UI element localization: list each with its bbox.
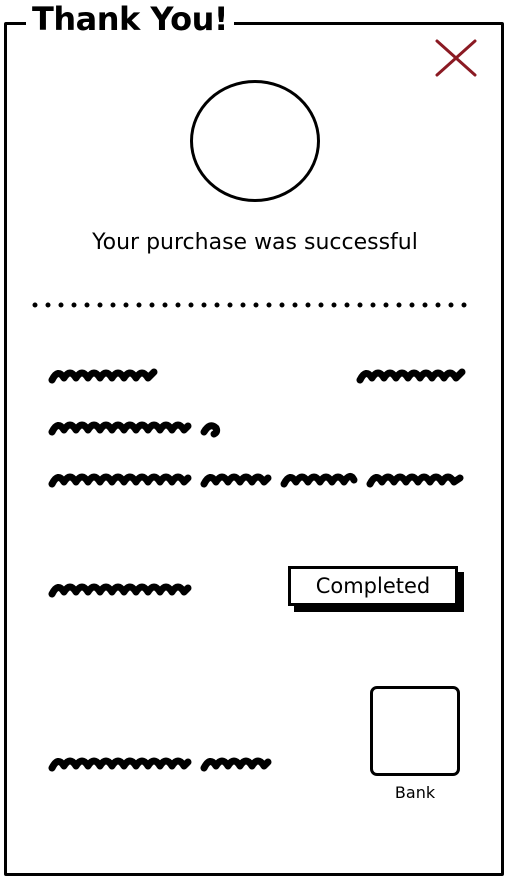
scribble-text xyxy=(48,368,158,384)
scribble-text xyxy=(48,757,272,772)
scribble-text xyxy=(48,583,192,598)
bank-payment-option[interactable] xyxy=(370,686,460,776)
dotted-divider xyxy=(32,302,472,308)
scribble-text xyxy=(356,368,466,384)
success-message: Your purchase was successful xyxy=(92,230,418,255)
bank-label: Bank xyxy=(394,783,436,802)
status-badge: Completed xyxy=(288,566,458,606)
scribble-text xyxy=(48,421,221,438)
scribble-text xyxy=(48,473,464,488)
dialog-title: Thank You! xyxy=(26,0,234,38)
avatar-placeholder xyxy=(190,80,320,202)
close-icon[interactable] xyxy=(434,38,478,78)
